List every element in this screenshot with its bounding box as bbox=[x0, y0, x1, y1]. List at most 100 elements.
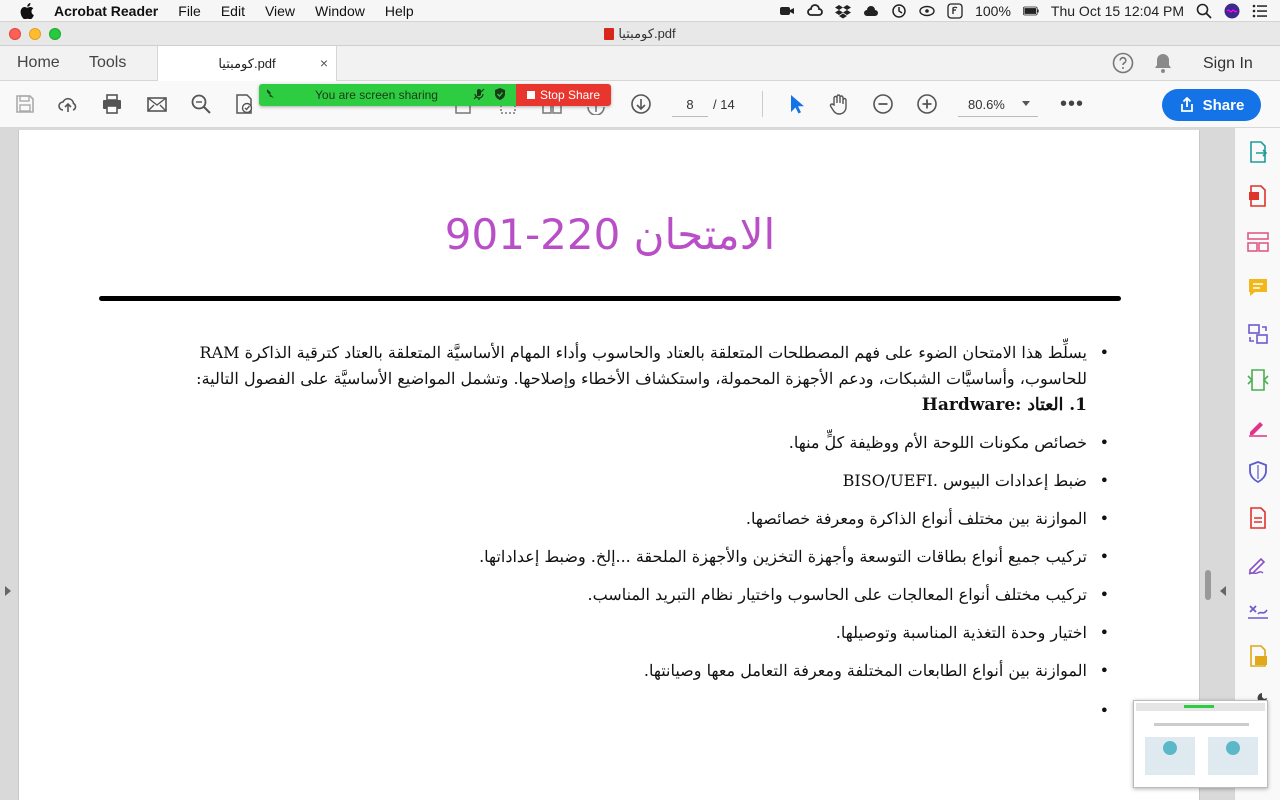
minimize-window-button[interactable] bbox=[29, 28, 41, 40]
sign-in-button[interactable]: Sign In bbox=[1203, 55, 1253, 73]
comment-icon[interactable] bbox=[1246, 276, 1270, 300]
notification-center-icon[interactable] bbox=[1252, 3, 1268, 19]
zoom-in-icon[interactable] bbox=[916, 93, 938, 115]
spotlight-search-icon[interactable] bbox=[1196, 3, 1212, 19]
list-item: تركيب جميع أنواع بطاقات التوسعة وأجهزة ا… bbox=[129, 544, 1109, 570]
screen-sharing-banner: You are screen sharing Stop Share bbox=[259, 84, 611, 106]
chevron-down-icon bbox=[1022, 101, 1030, 106]
find-zoom-icon[interactable] bbox=[190, 93, 212, 115]
siri-icon[interactable] bbox=[1224, 3, 1240, 19]
save-icon[interactable] bbox=[14, 93, 36, 115]
thumbnail-heading bbox=[1154, 723, 1249, 726]
menu-edit[interactable]: Edit bbox=[221, 3, 245, 19]
window-title: كومبتيا.pdf bbox=[604, 25, 676, 42]
next-page-icon[interactable] bbox=[630, 93, 652, 115]
left-panel-toggle-icon[interactable] bbox=[5, 586, 11, 596]
combine-files-icon[interactable] bbox=[1246, 322, 1270, 346]
time-machine-icon[interactable] bbox=[891, 3, 907, 19]
page-content: يسلِّط هذا الامتحان الضوء على فهم المصطل… bbox=[129, 340, 1109, 724]
more-tools-icon[interactable]: ••• bbox=[1060, 93, 1084, 116]
tab-document[interactable]: كومبتيا.pdf × bbox=[157, 46, 337, 81]
security-shield-icon[interactable] bbox=[493, 87, 507, 101]
fill-sign-icon[interactable] bbox=[1246, 414, 1270, 438]
zoom-level-dropdown[interactable]: 80.6% bbox=[958, 93, 1038, 117]
list-item: ضبط إعدادات البيوس .BISO/UEFI bbox=[129, 468, 1109, 494]
close-tab-icon[interactable]: × bbox=[320, 55, 328, 71]
list-item: تركيب مختلف أنواع المعالجات على الحاسوب … bbox=[129, 582, 1109, 608]
share-button-label: Share bbox=[1202, 96, 1245, 114]
intro-paragraph: يسلِّط هذا الامتحان الضوء على فهم المصطل… bbox=[129, 340, 1109, 392]
camera-icon[interactable] bbox=[779, 3, 795, 19]
screen-share-preview-thumbnail[interactable] bbox=[1133, 700, 1268, 788]
list-item: اختيار وحدة التغذية المناسبة وتوصيلها. bbox=[129, 620, 1109, 646]
tabs-row: Home Tools كومبتيا.pdf × Sign In bbox=[0, 46, 1280, 81]
mute-microphone-icon[interactable] bbox=[472, 87, 486, 101]
section-heading: 1. العتاد :Hardware bbox=[921, 395, 1087, 415]
cloud-upload-icon[interactable] bbox=[863, 3, 879, 19]
export-pdf-icon[interactable] bbox=[1246, 140, 1270, 164]
close-window-button[interactable] bbox=[9, 28, 21, 40]
page-title: الامتحان 220-901 bbox=[444, 210, 776, 259]
menu-help[interactable]: Help bbox=[385, 3, 414, 19]
pdf-file-icon bbox=[604, 27, 615, 40]
thumbnail-share-bar bbox=[1184, 705, 1214, 708]
tab-home[interactable]: Home bbox=[17, 54, 60, 72]
hand-tool-icon[interactable] bbox=[828, 93, 850, 115]
creative-cloud-icon[interactable] bbox=[807, 3, 823, 19]
menu-window[interactable]: Window bbox=[315, 3, 365, 19]
print-icon[interactable] bbox=[101, 93, 123, 115]
sign-pen-icon[interactable] bbox=[1246, 552, 1270, 576]
thumbnail-avatar-icon bbox=[1226, 741, 1240, 755]
upload-cloud-icon[interactable] bbox=[57, 93, 79, 115]
link-icon[interactable] bbox=[919, 3, 935, 19]
apple-icon[interactable] bbox=[20, 2, 34, 19]
notifications-bell-icon[interactable] bbox=[1153, 52, 1173, 74]
menu-clock[interactable]: Thu Oct 15 12:04 PM bbox=[1051, 3, 1184, 19]
thumbnail-avatar-icon bbox=[1163, 741, 1177, 755]
keyboard-input-icon[interactable] bbox=[947, 3, 963, 19]
vertical-scrollbar[interactable] bbox=[1205, 570, 1211, 600]
toolbar-divider bbox=[762, 91, 763, 117]
page-number-input[interactable] bbox=[672, 93, 708, 117]
spellcheck-icon[interactable] bbox=[233, 93, 255, 115]
screen-sharing-status[interactable]: You are screen sharing bbox=[259, 84, 516, 106]
select-pointer-icon[interactable] bbox=[785, 93, 807, 115]
share-button[interactable]: Share bbox=[1162, 89, 1261, 121]
help-icon[interactable] bbox=[1112, 52, 1134, 74]
export-to-pdf-icon[interactable] bbox=[1246, 506, 1270, 530]
thumbnail-card bbox=[1145, 737, 1195, 775]
zoom-window-button[interactable] bbox=[49, 28, 61, 40]
pdf-page: الامتحان 220-901 يسلِّط هذا الامتحان الض… bbox=[18, 130, 1200, 800]
window-title-bar: كومبتيا.pdf bbox=[0, 22, 1280, 46]
request-signature-icon[interactable] bbox=[1246, 598, 1270, 622]
macos-menu-bar: Acrobat Reader File Edit View Window Hel… bbox=[0, 0, 1280, 22]
menu-app-name[interactable]: Acrobat Reader bbox=[54, 3, 158, 19]
menu-view[interactable]: View bbox=[265, 3, 295, 19]
create-pdf-icon[interactable] bbox=[1246, 184, 1270, 208]
right-panel-toggle-icon[interactable] bbox=[1220, 586, 1226, 596]
battery-icon[interactable] bbox=[1022, 3, 1039, 19]
thumbnail-card bbox=[1208, 737, 1258, 775]
page-total: / 14 bbox=[713, 97, 735, 112]
zoom-out-icon[interactable] bbox=[872, 93, 894, 115]
battery-percent: 100% bbox=[975, 3, 1011, 19]
tab-document-label: كومبتيا.pdf bbox=[218, 55, 276, 71]
screen-sharing-message: You are screen sharing bbox=[315, 88, 438, 102]
send-for-comments-icon[interactable] bbox=[1246, 644, 1270, 668]
main-toolbar: / 14 80.6% ••• Share bbox=[0, 81, 1280, 128]
compress-pdf-icon[interactable] bbox=[1246, 368, 1270, 392]
window-controls bbox=[9, 28, 61, 40]
email-icon[interactable] bbox=[146, 93, 168, 115]
zoom-level-value: 80.6% bbox=[968, 97, 1005, 112]
drag-handle-icon[interactable] bbox=[264, 87, 278, 101]
protect-shield-icon[interactable] bbox=[1246, 460, 1270, 484]
tab-tools[interactable]: Tools bbox=[89, 54, 126, 72]
stop-share-button[interactable]: Stop Share bbox=[516, 84, 611, 106]
list-item: خصائص مكونات اللوحة الأم ووظيفة كلٍّ منه… bbox=[129, 430, 1109, 456]
menu-file[interactable]: File bbox=[178, 3, 201, 19]
window-title-text: كومبتيا.pdf bbox=[618, 25, 676, 41]
organize-pages-panel-icon[interactable] bbox=[1246, 230, 1270, 254]
dropbox-icon[interactable] bbox=[835, 3, 852, 19]
list-item: الموازنة بين مختلف أنواع الذاكرة ومعرفة … bbox=[129, 506, 1109, 532]
horizontal-rule bbox=[99, 296, 1121, 301]
